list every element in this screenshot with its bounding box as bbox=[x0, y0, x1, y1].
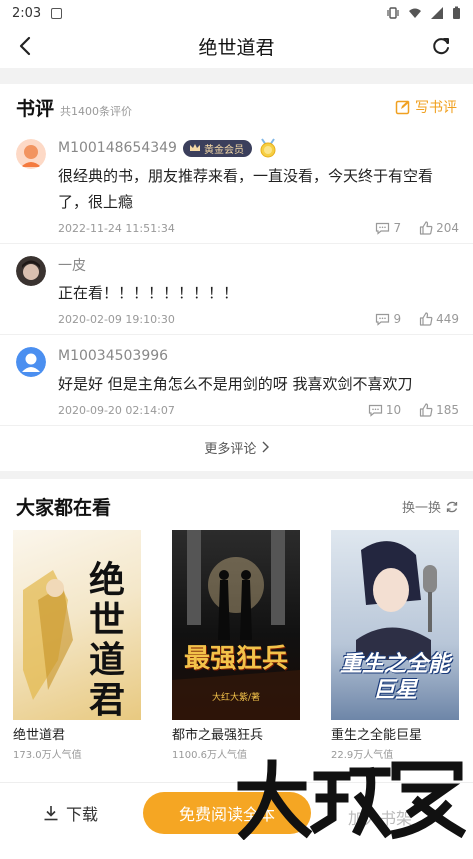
reviews-header: 书评 共1400条评价 写书评 bbox=[0, 84, 473, 127]
book-cover-title: 重生之全能巨星 bbox=[339, 652, 450, 703]
thumbs-up-icon bbox=[419, 403, 433, 417]
review-username[interactable]: M10034503996 bbox=[58, 348, 168, 364]
book-cover[interactable]: 重生之全能巨星 bbox=[331, 530, 459, 720]
review-text: 正在看！！！！！！！！！ bbox=[58, 284, 239, 302]
write-review-label: 写书评 bbox=[415, 100, 457, 116]
book-title: 绝世道君 bbox=[13, 728, 66, 743]
comment-icon bbox=[368, 404, 382, 417]
avatar[interactable] bbox=[16, 139, 46, 169]
signal-icon bbox=[431, 7, 443, 19]
comment-count[interactable]: 7 bbox=[375, 221, 401, 235]
comment-icon bbox=[376, 222, 390, 235]
book-cover[interactable]: 最强狂兵 大红大紫/著 bbox=[172, 530, 300, 720]
page-title: 绝世道君 bbox=[198, 36, 275, 59]
comment-count-value: 7 bbox=[393, 221, 402, 235]
comment-count-value: 10 bbox=[385, 403, 402, 417]
refresh-icon bbox=[446, 501, 458, 512]
book-card[interactable]: 重生之全能巨星 重生之全能巨星 22.9万人气值 bbox=[331, 530, 459, 761]
swap-button[interactable]: 换一换 bbox=[402, 497, 459, 516]
like-count-value: 204 bbox=[436, 221, 459, 235]
review-username[interactable]: M100148654349 bbox=[58, 140, 177, 156]
book-cover-title: 最强狂兵 bbox=[183, 644, 288, 674]
book-cover[interactable]: 绝世道君 bbox=[13, 530, 141, 720]
status-bar: 2:03 bbox=[0, 0, 473, 26]
review-date: 2022-11-24 11:51:34 bbox=[58, 221, 175, 235]
write-review-button[interactable]: 写书评 bbox=[395, 97, 457, 117]
reviews-title: 书评 bbox=[16, 98, 55, 120]
book-popularity: 173.0万人气值 bbox=[13, 750, 82, 761]
download-button[interactable]: 下载 bbox=[42, 801, 98, 825]
download-icon bbox=[44, 805, 58, 820]
level-medal-icon bbox=[260, 138, 276, 158]
watermark-glyphs bbox=[237, 759, 467, 841]
like-count[interactable]: 449 bbox=[419, 312, 459, 326]
refresh-icon[interactable] bbox=[429, 34, 453, 58]
reviews-count: 共1400条评价 bbox=[60, 105, 133, 118]
thumbs-up-icon bbox=[419, 312, 433, 326]
review-date: 2020-09-20 02:14:07 bbox=[58, 403, 175, 417]
vip-badge: 黄金会员 bbox=[182, 139, 252, 157]
review-text: 很经典的书，朋友推荐来看，一直没看，今天终于有空看了，很上瘾 bbox=[58, 167, 434, 211]
back-icon[interactable] bbox=[14, 34, 38, 58]
book-title: 重生之全能巨星 bbox=[331, 728, 423, 743]
section-divider bbox=[0, 68, 473, 84]
like-count-value: 185 bbox=[436, 403, 459, 417]
thumbs-up-icon bbox=[419, 221, 433, 235]
review-item[interactable]: 一皮 正在看！！！！！！！！！ 2020-02-09 19:10:30 9 44… bbox=[0, 244, 473, 335]
avatar[interactable] bbox=[16, 347, 46, 377]
chevron-right-icon bbox=[262, 441, 269, 453]
review-item[interactable]: M100148654349 黄金会员 很经典的书，朋友推荐来看，一直没看，今天终… bbox=[0, 127, 473, 244]
status-icons bbox=[386, 6, 461, 20]
status-time: 2:03 bbox=[12, 5, 42, 21]
book-title: 都市之最强狂兵 bbox=[172, 728, 264, 743]
book-card[interactable]: 绝世道君 绝世道君 173.0万人气值 bbox=[13, 530, 141, 761]
wifi-icon bbox=[409, 8, 421, 18]
review-date: 2020-02-09 19:10:30 bbox=[58, 312, 175, 326]
crown-icon bbox=[189, 144, 200, 151]
comment-icon bbox=[376, 313, 390, 326]
book-cover-title: 绝世道君 bbox=[88, 559, 125, 720]
vip-badge-label: 黄金会员 bbox=[203, 144, 244, 156]
like-count-value: 449 bbox=[436, 312, 459, 326]
edit-icon bbox=[395, 100, 410, 115]
more-reviews-label: 更多评论 bbox=[204, 442, 257, 457]
swap-label: 换一换 bbox=[401, 501, 441, 516]
book-cover-author: 大红大紫/著 bbox=[211, 693, 261, 703]
more-reviews-link[interactable]: 更多评论 bbox=[0, 426, 473, 471]
comment-count-value: 9 bbox=[393, 312, 402, 326]
review-username[interactable]: 一皮 bbox=[58, 255, 86, 275]
popular-header: 大家都在看 换一换 bbox=[0, 479, 473, 530]
battery-icon bbox=[453, 6, 460, 19]
comment-count[interactable]: 9 bbox=[375, 312, 401, 326]
watermark bbox=[236, 758, 467, 859]
review-text: 好是好 但是主角怎么不是用剑的呀 我喜欢剑不喜欢刀 bbox=[58, 375, 413, 393]
vibrate-icon bbox=[387, 7, 399, 19]
popular-title: 大家都在看 bbox=[16, 497, 112, 519]
like-count[interactable]: 185 bbox=[419, 403, 459, 417]
sim-icon bbox=[51, 7, 63, 19]
nav-bar: 绝世道君 bbox=[0, 26, 473, 66]
book-card[interactable]: 最强狂兵 大红大紫/著 都市之最强狂兵 1100.6万人气值 bbox=[172, 530, 300, 761]
book-list: 绝世道君 绝世道君 173.0万人气值 最强狂兵 大红大紫/著 都市之最强狂兵 … bbox=[0, 530, 473, 761]
avatar[interactable] bbox=[16, 256, 46, 286]
like-count[interactable]: 204 bbox=[419, 221, 459, 235]
section-divider bbox=[0, 471, 473, 479]
comment-count[interactable]: 10 bbox=[368, 403, 401, 417]
download-label: 下载 bbox=[66, 804, 99, 824]
review-item[interactable]: M10034503996 好是好 但是主角怎么不是用剑的呀 我喜欢剑不喜欢刀 2… bbox=[0, 335, 473, 426]
